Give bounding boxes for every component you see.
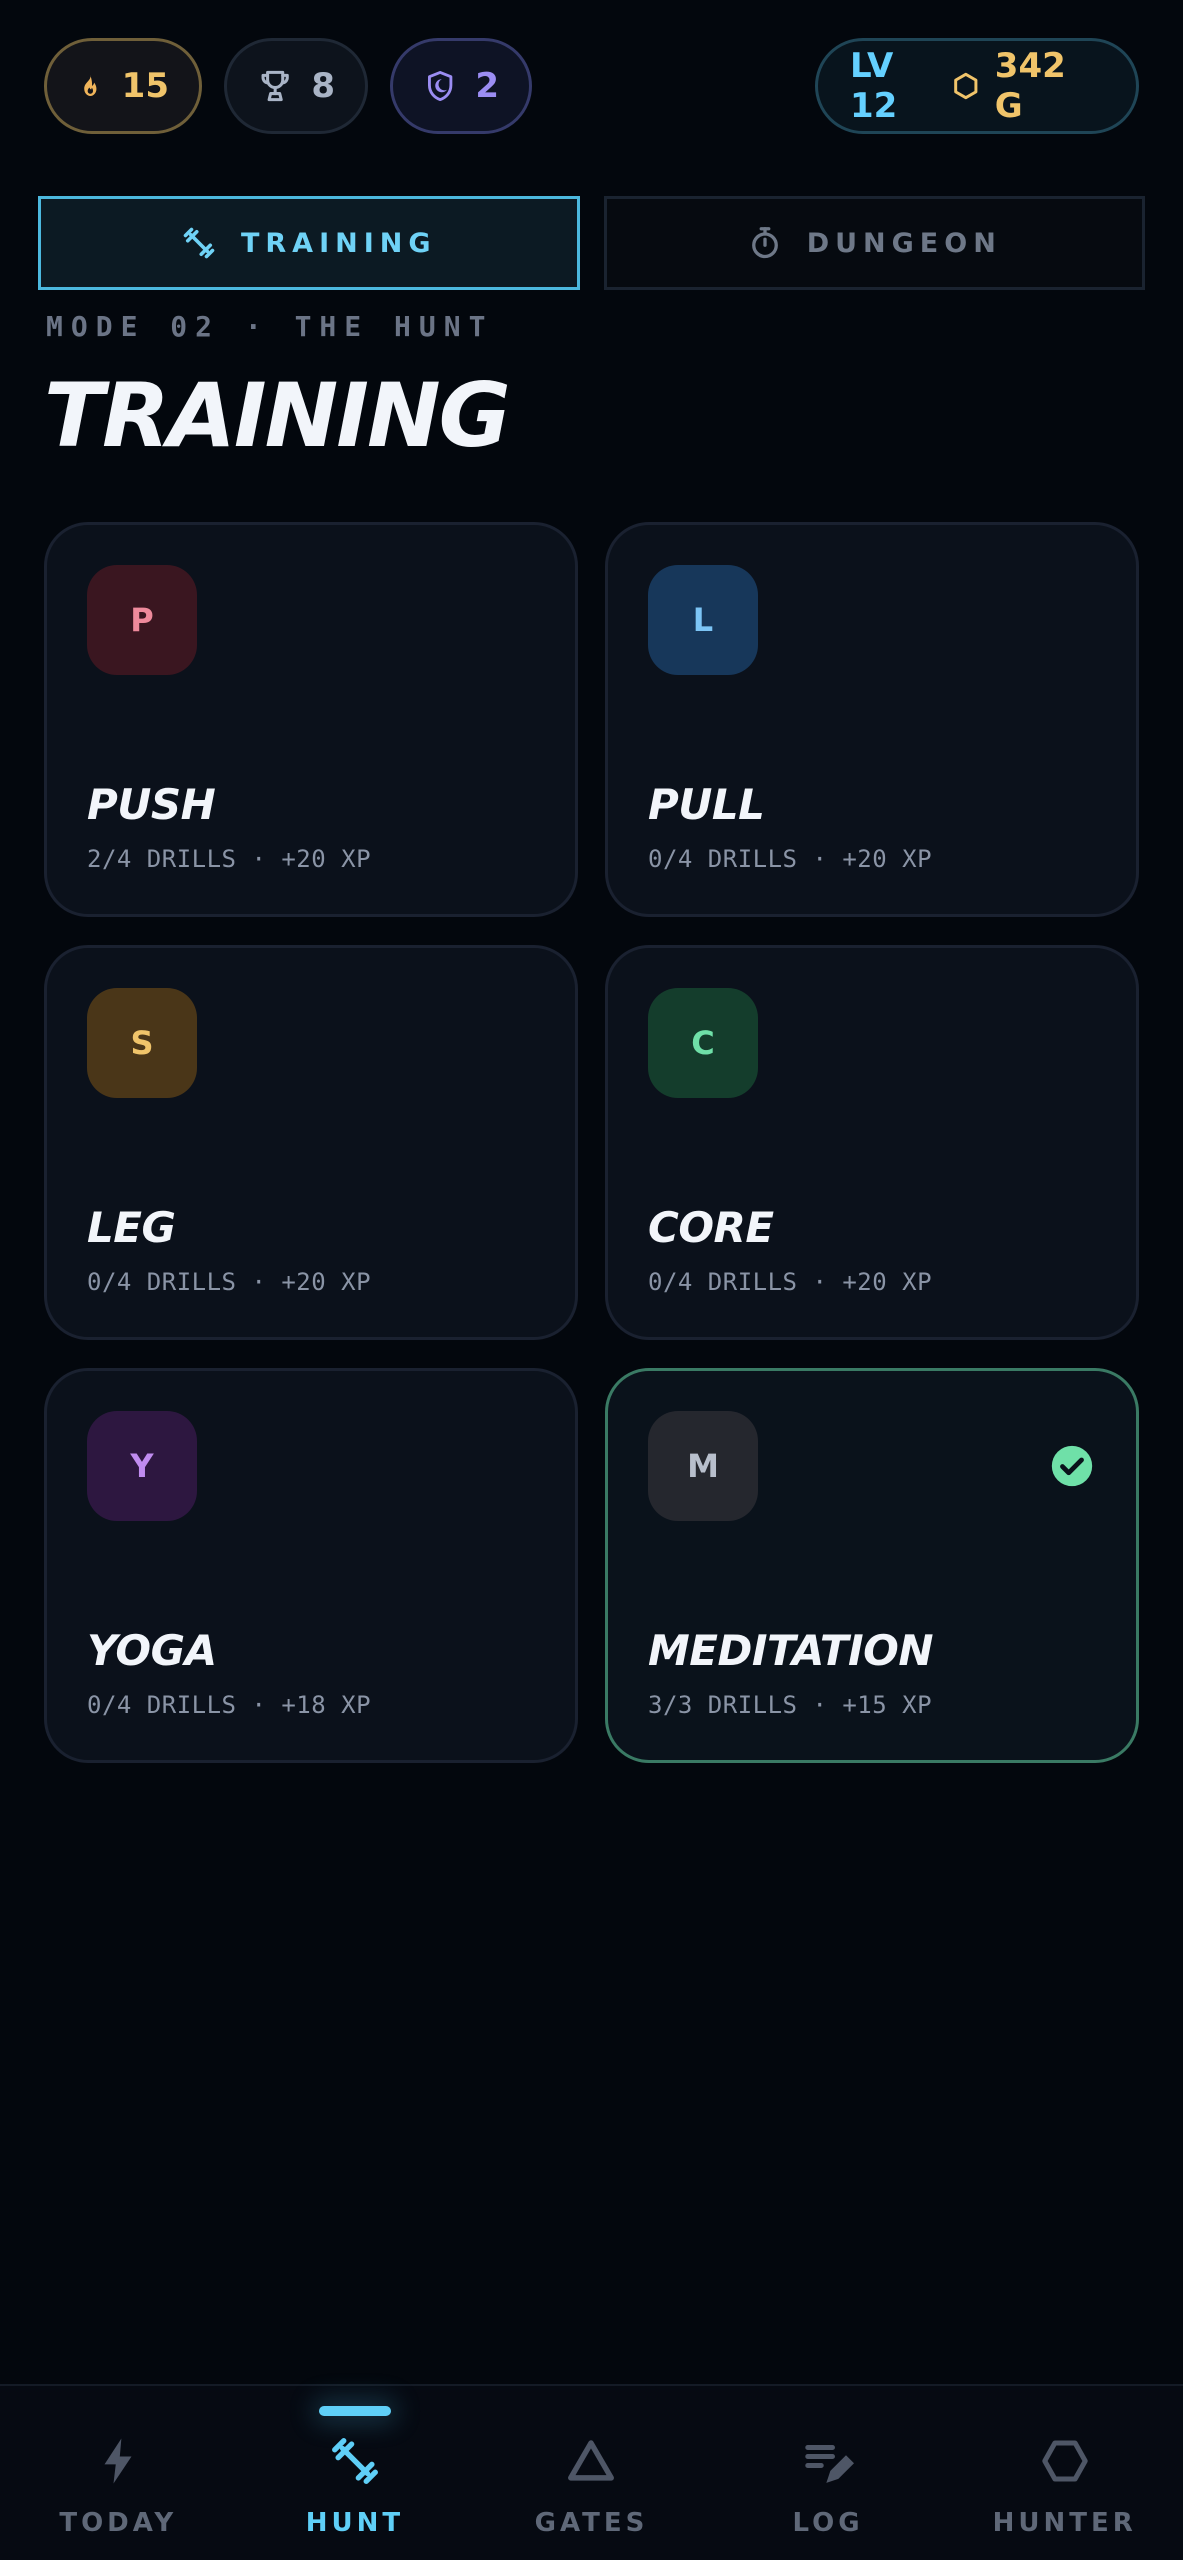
badge-letter: P <box>130 601 154 639</box>
nav-label: TODAY <box>59 2508 178 2538</box>
badge-letter: L <box>692 601 714 639</box>
triangle-icon <box>568 2440 615 2481</box>
tab-training[interactable]: TRAINING <box>38 196 580 290</box>
workout-title: LEG <box>87 1203 176 1252</box>
workout-card-meditation[interactable]: M MEDITATION 3/3 DRILLS · +15 XP <box>605 1368 1139 1763</box>
workout-title: PUSH <box>87 780 216 829</box>
workout-title: PULL <box>648 780 765 829</box>
workout-progress: 0/4 DRILLS · +18 XP <box>87 1691 372 1719</box>
workout-card-push[interactable]: P PUSH 2/4 DRILLS · +20 XP <box>44 522 578 917</box>
active-indicator <box>318 2406 391 2416</box>
workout-progress: 0/4 DRILLS · +20 XP <box>648 1268 933 1296</box>
trophy-icon <box>261 70 289 102</box>
workout-grid: P PUSH 2/4 DRILLS · +20 XP L PULL 0/4 DR… <box>44 522 1139 1763</box>
badge-letter: S <box>130 1024 154 1062</box>
workout-badge: M <box>648 1411 758 1521</box>
flame-icon <box>84 74 97 97</box>
bolt-icon <box>104 2438 132 2484</box>
shield-moon-icon <box>428 70 453 102</box>
nav-label: GATES <box>534 2508 649 2538</box>
badge-letter: M <box>687 1447 719 1485</box>
workout-progress: 0/4 DRILLS · +20 XP <box>87 1268 372 1296</box>
nav-gates[interactable]: GATES <box>473 2386 710 2560</box>
workout-badge: Y <box>87 1411 197 1521</box>
mode-subtitle: MODE 02 · THE HUNT <box>46 310 494 343</box>
bottom-nav: TODAY HUNT GATES LOG HUNTER <box>0 2384 1183 2560</box>
workout-title: YOGA <box>87 1626 217 1675</box>
nav-log[interactable]: LOG <box>710 2386 947 2560</box>
workout-card-core[interactable]: C CORE 0/4 DRILLS · +20 XP <box>605 945 1139 1340</box>
hexagon-coin-icon <box>954 72 978 100</box>
workout-title: CORE <box>648 1203 774 1252</box>
badge-letter: Y <box>130 1447 154 1485</box>
streak-value: 15 <box>121 66 169 106</box>
shield-counter[interactable]: 2 <box>390 38 532 134</box>
workout-progress: 2/4 DRILLS · +20 XP <box>87 845 372 873</box>
edit-list-icon <box>805 2445 855 2483</box>
hexagon-icon <box>1041 2440 1088 2482</box>
workout-progress: 0/4 DRILLS · +20 XP <box>648 845 933 873</box>
trophy-counter[interactable]: 8 <box>224 38 368 134</box>
dumbbell-icon <box>183 227 215 259</box>
workout-badge: S <box>87 988 197 1098</box>
workout-progress: 3/3 DRILLS · +15 XP <box>648 1691 933 1719</box>
workout-badge: L <box>648 565 758 675</box>
workout-card-leg[interactable]: S LEG 0/4 DRILLS · +20 XP <box>44 945 578 1340</box>
nav-today[interactable]: TODAY <box>0 2386 237 2560</box>
nav-label: HUNT <box>305 2508 405 2538</box>
tab-dungeon-label: DUNGEON <box>806 227 1002 259</box>
nav-hunter[interactable]: HUNTER <box>946 2386 1183 2560</box>
stats-bar: 15 8 2 LV 12 342 G <box>44 38 1139 134</box>
level-value: LV 12 <box>850 46 898 126</box>
workout-badge: C <box>648 988 758 1098</box>
mode-tabs: TRAINING DUNGEON <box>38 196 1145 290</box>
tab-dungeon[interactable]: DUNGEON <box>603 196 1145 290</box>
page-title: TRAINING <box>44 364 511 467</box>
workout-badge: P <box>87 565 197 675</box>
tab-training-label: TRAINING <box>240 227 437 259</box>
trophy-value: 8 <box>311 66 335 106</box>
streak-counter[interactable]: 15 <box>44 38 202 134</box>
shield-value: 2 <box>475 66 499 106</box>
nav-label: HUNTER <box>992 2508 1137 2538</box>
badge-letter: C <box>691 1024 715 1062</box>
dumbbell-icon <box>331 2438 378 2484</box>
gold-value: 342 G <box>994 46 1066 126</box>
nav-hunt[interactable]: HUNT <box>237 2386 474 2560</box>
stopwatch-icon <box>751 227 778 259</box>
check-circle-icon <box>1051 1445 1093 1487</box>
gold-display: 342 G <box>951 46 1104 126</box>
nav-label: LOG <box>792 2508 864 2538</box>
app-screen: 15 8 2 LV 12 342 G TRAINING DUNGEON MODE… <box>0 0 1183 2560</box>
level-gold-panel[interactable]: LV 12 342 G <box>815 38 1139 134</box>
workout-card-yoga[interactable]: Y YOGA 0/4 DRILLS · +18 XP <box>44 1368 578 1763</box>
workout-title: MEDITATION <box>648 1626 933 1675</box>
workout-card-pull[interactable]: L PULL 0/4 DRILLS · +20 XP <box>605 522 1139 917</box>
